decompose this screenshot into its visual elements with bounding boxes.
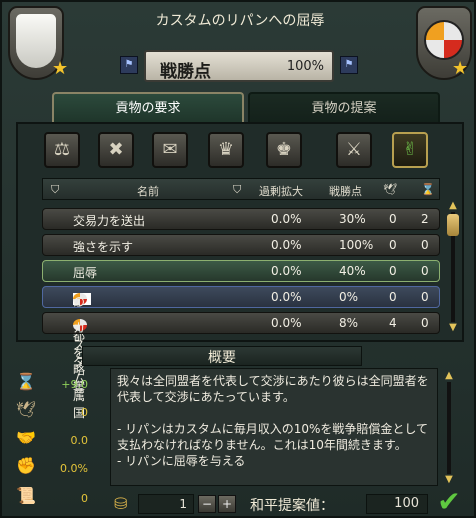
war-score-row: ⚑ 戦勝点 100% ⚑ xyxy=(120,50,360,82)
table-row[interactable]: がの首都を略奪 0.0% 0% 0 0 xyxy=(42,286,440,394)
scroll-icon[interactable]: ✉ xyxy=(152,132,188,168)
row-value-b: 0 xyxy=(421,316,429,330)
scroll-thumb[interactable] xyxy=(447,214,459,236)
opinion-icon: ✊ xyxy=(16,456,36,475)
row-value-b: 0 xyxy=(421,290,429,304)
row-warscore: 100% xyxy=(339,238,374,252)
stat-value: +9.0 xyxy=(61,378,88,391)
row-overextension: 0.0% xyxy=(271,212,302,226)
peace-window: ★ ★ カスタムのリパンへの屈辱 ⚑ 戦勝点 100% ⚑ 貢物の要求 貢物の提… xyxy=(0,0,476,518)
tab-offer-tribute[interactable]: 貢物の提案 xyxy=(248,92,440,124)
stat-peace: 🕊 0 xyxy=(10,398,92,426)
table-header: ⛉ 名前 ⛉ 過剰拡大 戦勝点 🕊 ⌛ xyxy=(42,178,440,200)
decrease-button[interactable]: − xyxy=(198,495,216,513)
row-overextension: 0.0% xyxy=(271,264,302,278)
stat-value: 0.0% xyxy=(60,462,88,475)
target-country-shield[interactable]: ★ xyxy=(412,4,474,82)
tab-demand-tribute[interactable]: 貢物の要求 xyxy=(52,92,244,124)
stat-value: 0 xyxy=(81,406,88,419)
row-warscore: 40% xyxy=(339,264,366,278)
broken-crown-icon[interactable]: ♛ xyxy=(208,132,244,168)
row-name: 強さを示す xyxy=(73,240,134,254)
scroll-up-icon[interactable]: ▲ xyxy=(447,200,459,212)
row-overextension: 0.0% xyxy=(271,290,302,304)
hourglass-icon: ⌛ xyxy=(16,372,36,391)
table-row[interactable]: カスタム属国 0.0% 8% 4 0 xyxy=(42,312,440,420)
star-icon: ★ xyxy=(452,58,469,79)
dove-icon: 🕊 xyxy=(16,400,37,419)
table-row[interactable]: 交易力を送出 0.0% 30% 0 2 xyxy=(42,208,440,230)
country-flag-emblem xyxy=(424,20,464,60)
row-value-b: 0 xyxy=(421,238,429,252)
summary-title: 概要 xyxy=(82,346,362,366)
table-row[interactable]: 強さを示す 0.0% 100% 0 0 xyxy=(42,234,440,256)
stat-relations: 🤝 0.0 xyxy=(10,426,92,454)
blank-flag xyxy=(16,14,56,68)
scroll-up-icon[interactable]: ▲ xyxy=(443,370,455,382)
increase-button[interactable]: + xyxy=(218,495,236,513)
peace-offer-value: 100 xyxy=(366,494,428,514)
own-country-shield[interactable]: ★ xyxy=(4,4,69,82)
scroll-down-icon[interactable]: ▼ xyxy=(447,322,459,334)
summary-text: 我々は全同盟者を代表して交渉にあたり彼らは全同盟者を代表して交渉にあたっています… xyxy=(117,374,429,468)
row-warscore: 8% xyxy=(339,316,359,330)
table-scrollbar[interactable]: ▲ ▼ xyxy=(446,200,460,334)
row-value-b: 0 xyxy=(421,264,429,278)
table-row-selected[interactable]: 屈辱 0.0% 40% 0 0 xyxy=(42,260,440,282)
crown-annex-icon[interactable]: ♚ xyxy=(266,132,302,168)
window-title: カスタムのリパンへの屈辱 xyxy=(155,13,325,29)
scales-icon[interactable]: ⚖ xyxy=(44,132,80,168)
row-value-a: 4 xyxy=(389,316,397,330)
stat-prestige: ⌛ +9.0 xyxy=(10,370,92,398)
row-value-b: 2 xyxy=(421,212,429,226)
header-warscore[interactable]: 戦勝点 xyxy=(329,183,362,199)
row-value-a: 0 xyxy=(389,290,397,304)
row-overextension: 0.0% xyxy=(271,238,302,252)
humiliate-icon[interactable]: ✌ xyxy=(392,132,428,168)
war-score-value: 100% xyxy=(286,59,324,74)
war-score-box: 戦勝点 100% xyxy=(144,50,334,82)
row-warscore: 0% xyxy=(339,290,359,304)
row-name: 交易力を送出 xyxy=(73,214,146,228)
coins-icon: ⛁ xyxy=(114,494,128,513)
header-name[interactable]: 名前 xyxy=(137,183,159,199)
quantity-field[interactable]: 1 xyxy=(138,494,194,514)
stat-value: 0.0 xyxy=(70,434,89,447)
scroll-track[interactable] xyxy=(447,382,451,474)
flag-right-icon[interactable]: ⚑ xyxy=(340,56,358,74)
war-score-label: 戦勝点 xyxy=(160,62,211,82)
sword-x-icon[interactable]: ⚔ xyxy=(336,132,372,168)
stat-value: 0 xyxy=(81,492,88,505)
row-warscore: 30% xyxy=(339,212,366,226)
star-icon: ★ xyxy=(52,58,69,79)
peace-offer-label: 和平提案値： xyxy=(250,498,334,514)
summary-scroll[interactable]: ▲ ▼ xyxy=(442,370,456,486)
flag-left-icon[interactable]: ⚑ xyxy=(120,56,138,74)
dove-col-icon: 🕊 xyxy=(383,183,397,196)
confirm-checkmark-icon[interactable]: ✔ xyxy=(432,486,466,518)
stat-treaty: 📜 0 xyxy=(10,484,92,512)
summary-scrollbar[interactable]: ▲ ▼ xyxy=(442,370,456,486)
shield-col-icon: ⛉ xyxy=(51,183,60,196)
no-trade-icon[interactable]: ✖ xyxy=(98,132,134,168)
stat-opinion: ✊ 0.0% xyxy=(10,454,92,482)
row-value-a: 0 xyxy=(389,212,397,226)
shield-col2-icon: ⛉ xyxy=(233,183,242,196)
row-name: 屈辱 xyxy=(73,266,98,280)
scroll-icon: 📜 xyxy=(16,486,36,505)
header-overextension[interactable]: 過剰拡大 xyxy=(259,183,303,199)
row-overextension: 0.0% xyxy=(271,316,302,330)
summary-description: 我々は全同盟者を代表して交渉にあたり彼らは全同盟者を代表して交渉にあたっています… xyxy=(110,368,438,486)
row-value-a: 0 xyxy=(389,238,397,252)
bottom-bar: ⛁ 1 − + 和平提案値： 100 ✔ xyxy=(110,486,472,518)
row-value-a: 0 xyxy=(389,264,397,278)
handshake-icon: 🤝 xyxy=(16,428,36,447)
hourglass-col-icon: ⌛ xyxy=(421,183,435,196)
